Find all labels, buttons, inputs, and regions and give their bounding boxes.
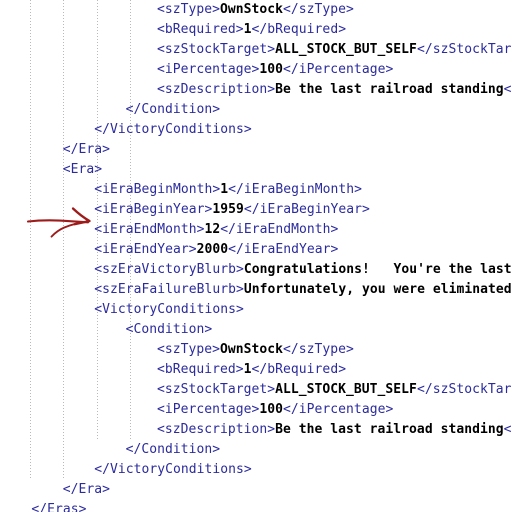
xml-tag: </iPercentage> <box>283 62 394 77</box>
xml-tag: <iPercentage> <box>157 62 260 77</box>
xml-tag: </iPercentage> <box>283 402 394 417</box>
code-lines[interactable]: <szType>OwnStock</szType> <bRequired>1</b… <box>0 0 512 512</box>
code-line[interactable]: <szDescription>Be the last railroad stan… <box>0 420 512 440</box>
xml-tag: <szStockTarget> <box>157 382 276 397</box>
xml-tag: <VictoryConditions> <box>94 302 244 317</box>
code-line[interactable]: <bRequired>1</bRequired> <box>0 20 512 40</box>
xml-tag: </szDescription> <box>503 422 512 437</box>
code-line[interactable]: </Era> <box>0 480 512 500</box>
xml-tag: </Era> <box>62 482 111 497</box>
xml-tag: </szStockTarget> <box>416 382 512 397</box>
xml-tag: <szStockTarget> <box>157 42 276 57</box>
code-line[interactable]: </Condition> <box>0 440 512 460</box>
xml-value: Congratulations! You're the last railroa… <box>243 262 512 277</box>
xml-tag: </iEraEndYear> <box>228 242 339 257</box>
xml-tag: <iEraBeginMonth> <box>94 182 221 197</box>
code-line[interactable]: <Era> <box>0 160 512 180</box>
code-line[interactable]: <iPercentage>100</iPercentage> <box>0 60 512 80</box>
code-line[interactable]: <szEraVictoryBlurb>Congratulations! You'… <box>0 260 512 280</box>
xml-value: 2000 <box>196 242 229 257</box>
code-line[interactable]: <iEraEndYear>2000</iEraEndYear> <box>0 240 512 260</box>
xml-tag: <szDescription> <box>157 82 276 97</box>
xml-tag: </szStockTarget> <box>416 42 512 57</box>
xml-tag: <Era> <box>62 162 103 177</box>
xml-tag: <szType> <box>157 342 221 357</box>
xml-value: Be the last railroad standing <box>275 422 504 437</box>
xml-value: ALL_STOCK_BUT_SELF <box>275 42 417 57</box>
xml-tag: </VictoryConditions> <box>94 462 252 477</box>
code-line[interactable]: <szStockTarget>ALL_STOCK_BUT_SELF</szSto… <box>0 40 512 60</box>
xml-value: ALL_STOCK_BUT_SELF <box>275 382 417 397</box>
xml-value: 1 <box>243 362 252 377</box>
xml-tag: <bRequired> <box>157 362 244 377</box>
xml-tag: <iEraBeginYear> <box>94 202 213 217</box>
code-line[interactable]: </Condition> <box>0 100 512 120</box>
code-line[interactable]: <szStockTarget>ALL_STOCK_BUT_SELF</szSto… <box>0 380 512 400</box>
xml-tag: <szEraFailureBlurb> <box>94 282 244 297</box>
xml-value: 100 <box>259 402 284 417</box>
xml-tag: <Condition> <box>125 322 213 337</box>
code-line[interactable]: <Condition> <box>0 320 512 340</box>
xml-tag: </bRequired> <box>251 362 347 377</box>
code-line[interactable]: </VictoryConditions> <box>0 460 512 480</box>
xml-value: Unfortunately, you were eliminated. <box>243 282 512 297</box>
xml-value: 12 <box>204 222 221 237</box>
xml-tag: </szDescription> <box>503 82 512 97</box>
xml-value: Be the last railroad standing <box>275 82 504 97</box>
code-line[interactable]: <szDescription>Be the last railroad stan… <box>0 80 512 100</box>
xml-value: 1 <box>220 182 229 197</box>
xml-tag: </iEraEndMonth> <box>220 222 339 237</box>
xml-tag: </Condition> <box>125 442 221 457</box>
xml-source-viewer[interactable]: <szType>OwnStock</szType> <bRequired>1</b… <box>0 0 512 512</box>
code-line[interactable]: <szEraFailureBlurb>Unfortunately, you we… <box>0 280 512 300</box>
xml-tag: <iEraEndYear> <box>94 242 197 257</box>
xml-value: 1 <box>243 22 252 37</box>
xml-tag: </Era> <box>62 142 111 157</box>
xml-tag: </szType> <box>283 342 354 357</box>
code-line[interactable]: <iEraBeginYear>1959</iEraBeginYear> <box>0 200 512 220</box>
xml-tag: </bRequired> <box>251 22 347 37</box>
xml-tag: </VictoryConditions> <box>94 122 252 137</box>
xml-value: OwnStock <box>220 342 284 357</box>
code-line[interactable]: </Era> <box>0 140 512 160</box>
xml-tag: <iEraEndMonth> <box>94 222 205 237</box>
xml-tag: </Condition> <box>125 102 221 117</box>
code-line[interactable]: <szType>OwnStock</szType> <box>0 0 512 20</box>
xml-tag: <szType> <box>157 2 221 17</box>
code-line[interactable]: <iEraEndMonth>12</iEraEndMonth> <box>0 220 512 240</box>
code-line[interactable]: <szType>OwnStock</szType> <box>0 340 512 360</box>
xml-tag: <szDescription> <box>157 422 276 437</box>
xml-value: 1959 <box>212 202 244 217</box>
xml-tag: </iEraBeginYear> <box>243 202 370 217</box>
xml-tag: <bRequired> <box>157 22 244 37</box>
code-line[interactable]: <iEraBeginMonth>1</iEraBeginMonth> <box>0 180 512 200</box>
xml-value: OwnStock <box>220 2 284 17</box>
code-line[interactable]: <bRequired>1</bRequired> <box>0 360 512 380</box>
xml-tag: </szType> <box>283 2 354 17</box>
xml-tag: <szEraVictoryBlurb> <box>94 262 244 277</box>
xml-tag: </Eras> <box>31 502 87 512</box>
code-line[interactable]: </VictoryConditions> <box>0 120 512 140</box>
xml-value: 100 <box>259 62 284 77</box>
xml-tag: </iEraBeginMonth> <box>228 182 363 197</box>
code-line[interactable]: </Eras> <box>0 500 512 512</box>
xml-tag: <iPercentage> <box>157 402 260 417</box>
code-line[interactable]: <VictoryConditions> <box>0 300 512 320</box>
code-line[interactable]: <iPercentage>100</iPercentage> <box>0 400 512 420</box>
